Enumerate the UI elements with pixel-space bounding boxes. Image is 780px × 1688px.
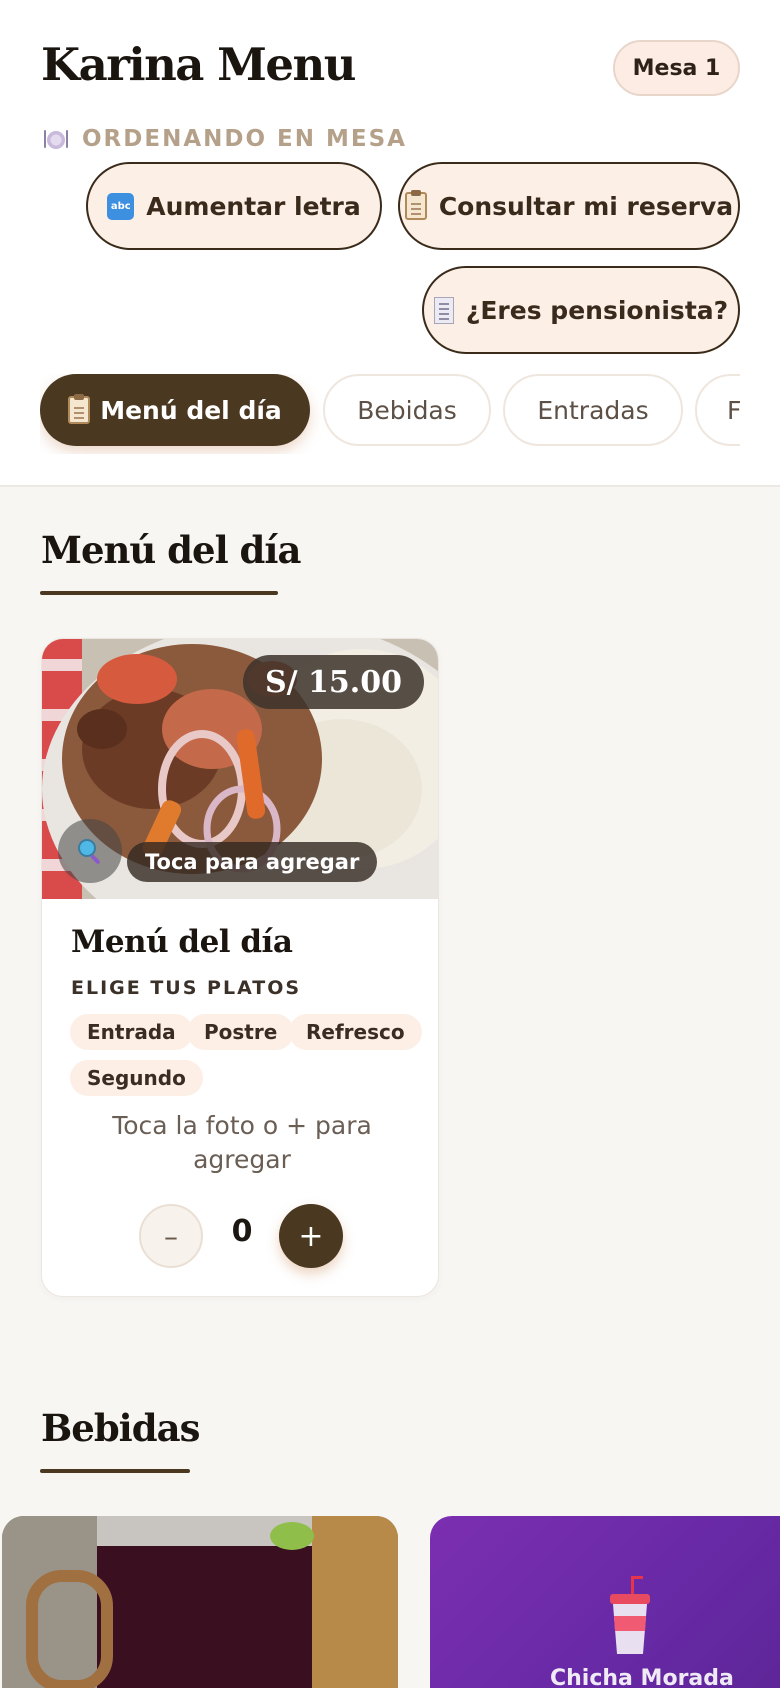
tap-to-add-hint: Toca para agregar <box>127 842 378 882</box>
drink-card-chicha-morada[interactable]: Chicha Morada <box>430 1516 780 1688</box>
increase-quantity-button[interactable]: + <box>279 1204 343 1268</box>
tab-entradas[interactable]: Entradas <box>503 374 683 446</box>
option-chip: Entrada <box>70 1014 193 1050</box>
abc-icon: abc <box>107 192 135 220</box>
ordering-subtitle: ORDENANDO EN MESA <box>82 126 407 152</box>
dish-name: Menú del día <box>71 924 293 960</box>
option-chip: Refresco <box>289 1014 422 1050</box>
add-hint-text: Toca la foto o + para agregar <box>112 1111 372 1174</box>
increase-font-button[interactable]: abc Aumentar letra <box>86 162 382 250</box>
dish-photo[interactable]: S/ 15.00 Toca para agregar <box>42 639 438 899</box>
header: Karina Menu Mesa 1 ORDENANDO EN MESA abc… <box>0 0 780 487</box>
decrease-quantity-button[interactable]: – <box>139 1204 203 1268</box>
option-chip: Postre <box>187 1014 295 1050</box>
ordering-status: ORDENANDO EN MESA <box>42 124 407 154</box>
tab-next-category[interactable]: F <box>695 374 740 446</box>
check-reservation-label: Consultar mi reserva <box>438 191 734 221</box>
price-tag: S/ 15.00 <box>242 655 424 709</box>
tab-bebidas[interactable]: Bebidas <box>323 374 491 446</box>
quantity-value: 0 <box>231 1214 253 1249</box>
pensioner-label: ¿Eres pensionista? <box>465 295 729 325</box>
app-title: Karina Menu <box>41 38 357 91</box>
section-title-drinks: Bebidas <box>41 1406 200 1450</box>
increase-font-label: Aumentar letra <box>146 191 361 221</box>
dish-subtitle: ELIGE TUS PLATOS <box>71 977 302 999</box>
drink-name: Chicha Morada <box>550 1666 734 1688</box>
magnifier-icon[interactable] <box>58 819 122 883</box>
cup-icon <box>610 1576 650 1654</box>
section-underline <box>40 1469 190 1473</box>
menu-card[interactable]: S/ 15.00 Toca para agregar Menú del día … <box>41 638 439 1297</box>
table-badge[interactable]: Mesa 1 <box>613 40 740 96</box>
plate-icon <box>42 126 70 152</box>
clipboard-icon <box>404 190 427 220</box>
section-title-menu: Menú del día <box>41 528 301 572</box>
option-chip: Segundo <box>70 1060 203 1096</box>
section-underline <box>40 591 278 595</box>
clipboard-icon <box>68 394 91 424</box>
tab-menu-del-dia[interactable]: Menú del día <box>40 374 310 446</box>
pensioner-button[interactable]: ¿Eres pensionista? <box>422 266 740 354</box>
receipt-icon <box>433 296 454 324</box>
drink-card-photo[interactable] <box>2 1516 398 1688</box>
tab-label: Menú del día <box>100 395 282 425</box>
category-tabs: Menú del día Bebidas Entradas F <box>40 374 740 454</box>
check-reservation-button[interactable]: Consultar mi reserva <box>398 162 740 250</box>
